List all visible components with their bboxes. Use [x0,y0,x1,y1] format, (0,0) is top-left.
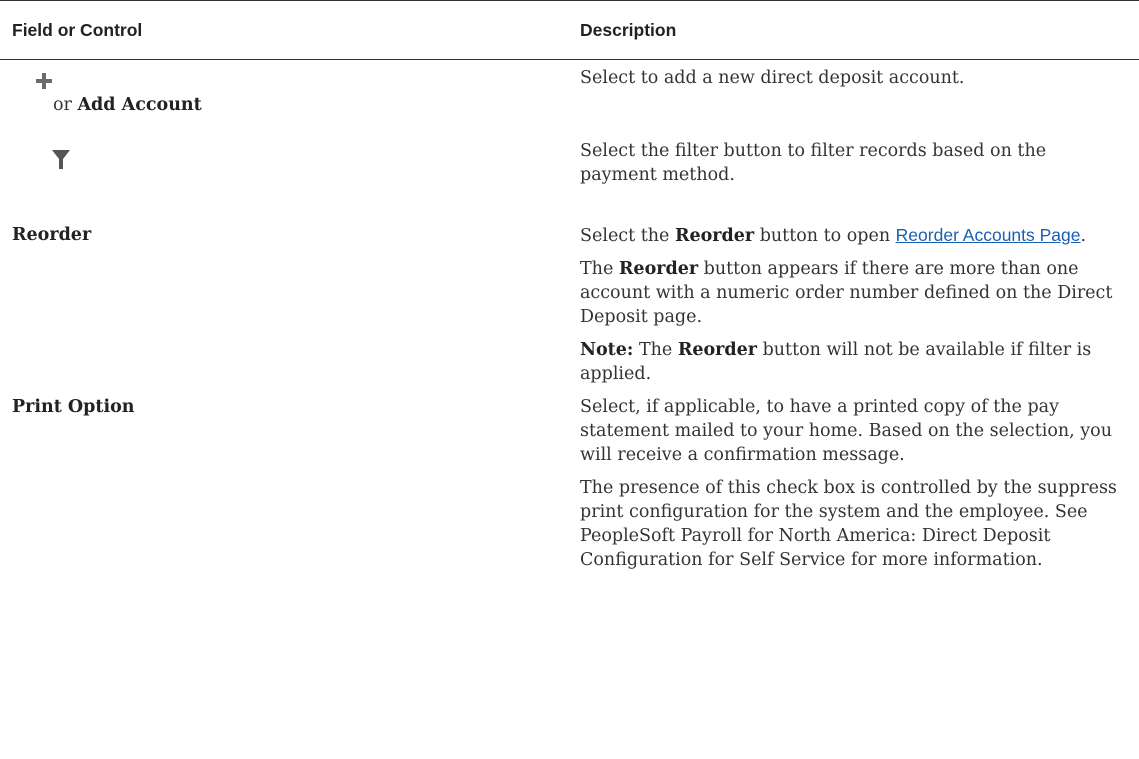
description-cell: Select, if applicable, to have a printed… [578,395,1139,581]
description-paragraph: The Reorder button appears if there are … [580,257,1127,329]
table-header-row: Field or Control Description [0,0,1139,60]
description-paragraph: Select, if applicable, to have a printed… [580,397,1112,465]
table-row: Reorder Select the Reorder button to ope… [0,221,1139,395]
reorder-label: Reorder [12,225,92,245]
description-paragraph: The presence of this check box is contro… [580,478,1117,570]
add-account-label[interactable]: Add Account [77,95,201,115]
bold-term: Reorder [677,340,757,360]
table-row: Print Option Select, if applicable, to h… [0,395,1139,581]
filter-icon[interactable] [52,150,70,177]
text-span: . [1080,226,1087,246]
text-span: button to open [759,226,891,246]
field-cell: Reorder [0,221,578,395]
field-column-header: Field or Control [12,19,143,40]
reorder-accounts-page-link[interactable]: Reorder Accounts Page [896,225,1081,245]
description-text: Select to add a new direct deposit accou… [580,68,965,88]
table-row: Select the filter button to filter recor… [0,133,1139,221]
text-span: The [580,259,614,279]
field-description-table: Field or Control Description or Add Acco… [0,0,1139,581]
plus-icon[interactable] [36,72,52,96]
text-span: Select the [580,226,670,246]
field-cell [0,133,578,221]
bold-term: Reorder [618,259,699,279]
description-cell: Select the Reorder button to open Reorde… [578,221,1139,395]
description-text: Select the filter button to filter recor… [580,141,1047,185]
field-cell: Print Option [0,395,578,581]
description-paragraph: Select the Reorder button to open Reorde… [580,223,1127,248]
note-paragraph: Note: The Reorder button will not be ava… [580,338,1127,386]
table-row: or Add Account Select to add a new direc… [0,60,1139,134]
description-column-header: Description [580,19,677,40]
or-text: or [53,95,72,115]
description-cell: Select the filter button to filter recor… [578,133,1139,221]
description-cell: Select to add a new direct deposit accou… [578,60,1139,134]
bold-term: Reorder [674,226,755,246]
print-option-label: Print Option [12,397,135,417]
note-label: Note: [580,340,634,360]
field-cell: or Add Account [0,60,578,134]
text-span: The [638,340,673,360]
